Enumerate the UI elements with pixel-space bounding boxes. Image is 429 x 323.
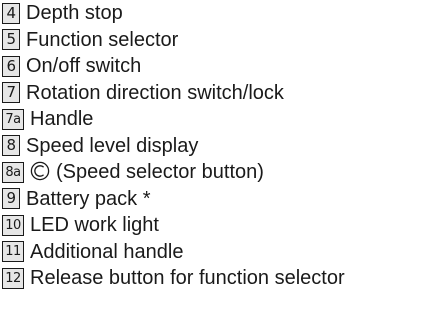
speed-selector-icon <box>30 161 50 181</box>
item-number: 11 <box>2 241 24 263</box>
item-number: 6 <box>2 55 20 77</box>
item-label: Release button for function selector <box>30 267 345 290</box>
legend-item-11: 11 Additional handle <box>2 239 429 266</box>
item-number: 12 <box>2 267 24 289</box>
item-label: Additional handle <box>30 240 184 263</box>
legend-item-8: 8 Speed level display <box>2 133 429 160</box>
legend-item-12: 12 Release button for function selector <box>2 265 429 292</box>
item-label: LED work light <box>30 214 159 237</box>
item-label: Function selector <box>26 28 179 51</box>
item-label: Speed level display <box>26 134 199 157</box>
legend-item-9: 9 Battery pack * <box>2 186 429 213</box>
item-number: 10 <box>2 214 24 236</box>
item-number: 5 <box>2 29 20 51</box>
item-label-with-icon: (Speed selector button) <box>30 160 264 184</box>
item-label: (Speed selector button) <box>56 161 264 184</box>
item-label: On/off switch <box>26 55 142 78</box>
legend-item-10: 10 LED work light <box>2 212 429 239</box>
legend-item-5: 5 Function selector <box>2 27 429 54</box>
item-label: Rotation direction switch/lock <box>26 81 284 104</box>
item-number: 7a <box>2 108 24 130</box>
legend-item-7a: 7a Handle <box>2 106 429 133</box>
item-number: 8a <box>2 161 24 183</box>
legend-item-4: 4 Depth stop <box>2 0 429 27</box>
item-number: 7 <box>2 82 20 104</box>
legend-item-7: 7 Rotation direction switch/lock <box>2 80 429 107</box>
item-number: 8 <box>2 135 20 157</box>
item-label: Depth stop <box>26 2 123 25</box>
legend-item-8a: 8a (Speed selector button) <box>2 159 429 186</box>
legend-item-6: 6 On/off switch <box>2 53 429 80</box>
item-number: 9 <box>2 188 20 210</box>
item-number: 4 <box>2 2 20 24</box>
parts-legend: 4 Depth stop 5 Function selector 6 On/of… <box>2 0 429 292</box>
item-label: Handle <box>30 108 94 131</box>
item-label: Battery pack * <box>26 187 151 210</box>
